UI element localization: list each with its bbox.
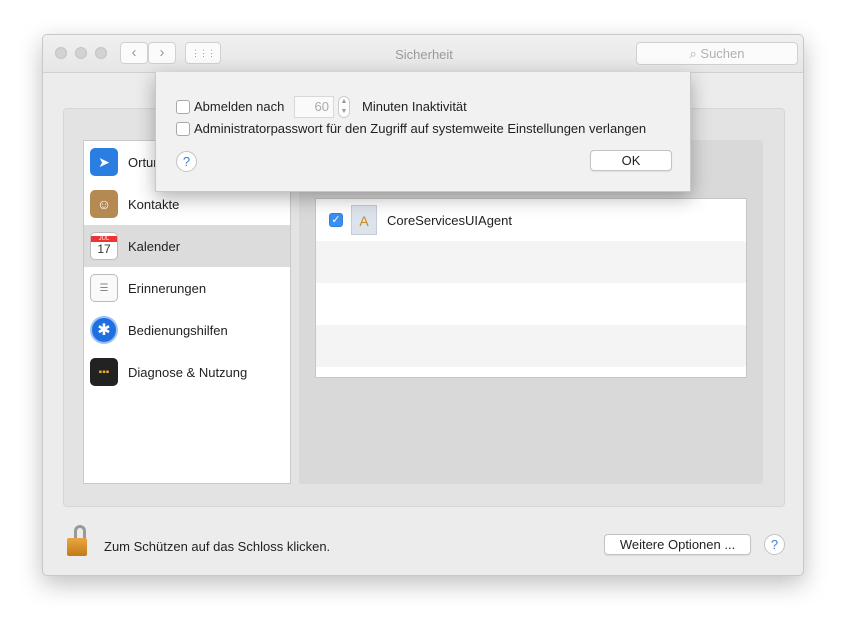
sidebar-item-label: Kontakte	[128, 196, 180, 212]
admin-password-checkbox[interactable]	[176, 122, 190, 136]
lock-hint: Zum Schützen auf das Schloss klicken.	[104, 539, 331, 554]
logout-label: Abmelden nach	[194, 99, 285, 114]
more-options-button[interactable]: Weitere Optionen ...	[604, 534, 751, 555]
logout-checkbox[interactable]	[176, 100, 190, 114]
titlebar: ‹ › ⋮⋮⋮ Sicherheit ⌕ Suchen	[43, 35, 803, 73]
search-icon: ⌕	[689, 46, 701, 61]
table-row-empty	[316, 325, 746, 367]
reminders-icon: ☰	[90, 274, 118, 302]
app-placeholder-icon: A	[351, 205, 377, 235]
sidebar-item-calendar[interactable]: JUL 17 Kalender	[84, 225, 290, 267]
minutes-input[interactable]: 60	[294, 96, 334, 118]
app-name: CoreServicesUIAgent	[387, 212, 512, 228]
sidebar-item-label: Erinnerungen	[128, 280, 207, 296]
accessibility-icon: ✱	[90, 316, 118, 344]
location-arrow-icon: ➤	[90, 148, 118, 176]
sidebar-item-label: Kalender	[128, 238, 181, 254]
table-row-empty	[316, 241, 746, 283]
contacts-book-icon: ☺	[90, 190, 118, 218]
sheet-help-button[interactable]: ?	[176, 151, 197, 172]
calendar-icon: JUL 17	[90, 232, 118, 260]
lock-icon[interactable]	[67, 525, 89, 557]
diagnostics-icon: ▪▪▪	[90, 358, 118, 386]
search-input[interactable]: ⌕ Suchen	[636, 42, 798, 65]
sidebar-item-label: Bedienungshilfen	[128, 322, 228, 338]
table-row[interactable]: ✓ A CoreServicesUIAgent	[316, 199, 746, 241]
app-enabled-checkbox[interactable]: ✓	[329, 213, 343, 227]
help-button[interactable]: ?	[764, 534, 785, 555]
minutes-label: Minuten Inaktivität	[362, 99, 467, 114]
minutes-stepper[interactable]: ▲ ▼	[338, 96, 350, 118]
search-placeholder: Suchen	[700, 46, 745, 61]
ok-button[interactable]: OK	[590, 150, 672, 171]
calendar-day: 17	[97, 242, 111, 256]
admin-password-label: Administratorpasswort für den Zugriff au…	[194, 121, 647, 136]
advanced-options-sheet: Abmelden nach 60 ▲ ▼ Minuten Inaktivität …	[155, 72, 691, 192]
sidebar-item-diagnostics[interactable]: ▪▪▪ Diagnose & Nutzung	[84, 351, 290, 393]
table-row-empty	[316, 283, 746, 325]
sidebar-item-accessibility[interactable]: ✱ Bedienungshilfen	[84, 309, 290, 351]
sidebar-item-label: Diagnose & Nutzung	[128, 364, 248, 380]
sidebar-item-reminders[interactable]: ☰ Erinnerungen	[84, 267, 290, 309]
app-list[interactable]: ✓ A CoreServicesUIAgent	[315, 198, 747, 378]
